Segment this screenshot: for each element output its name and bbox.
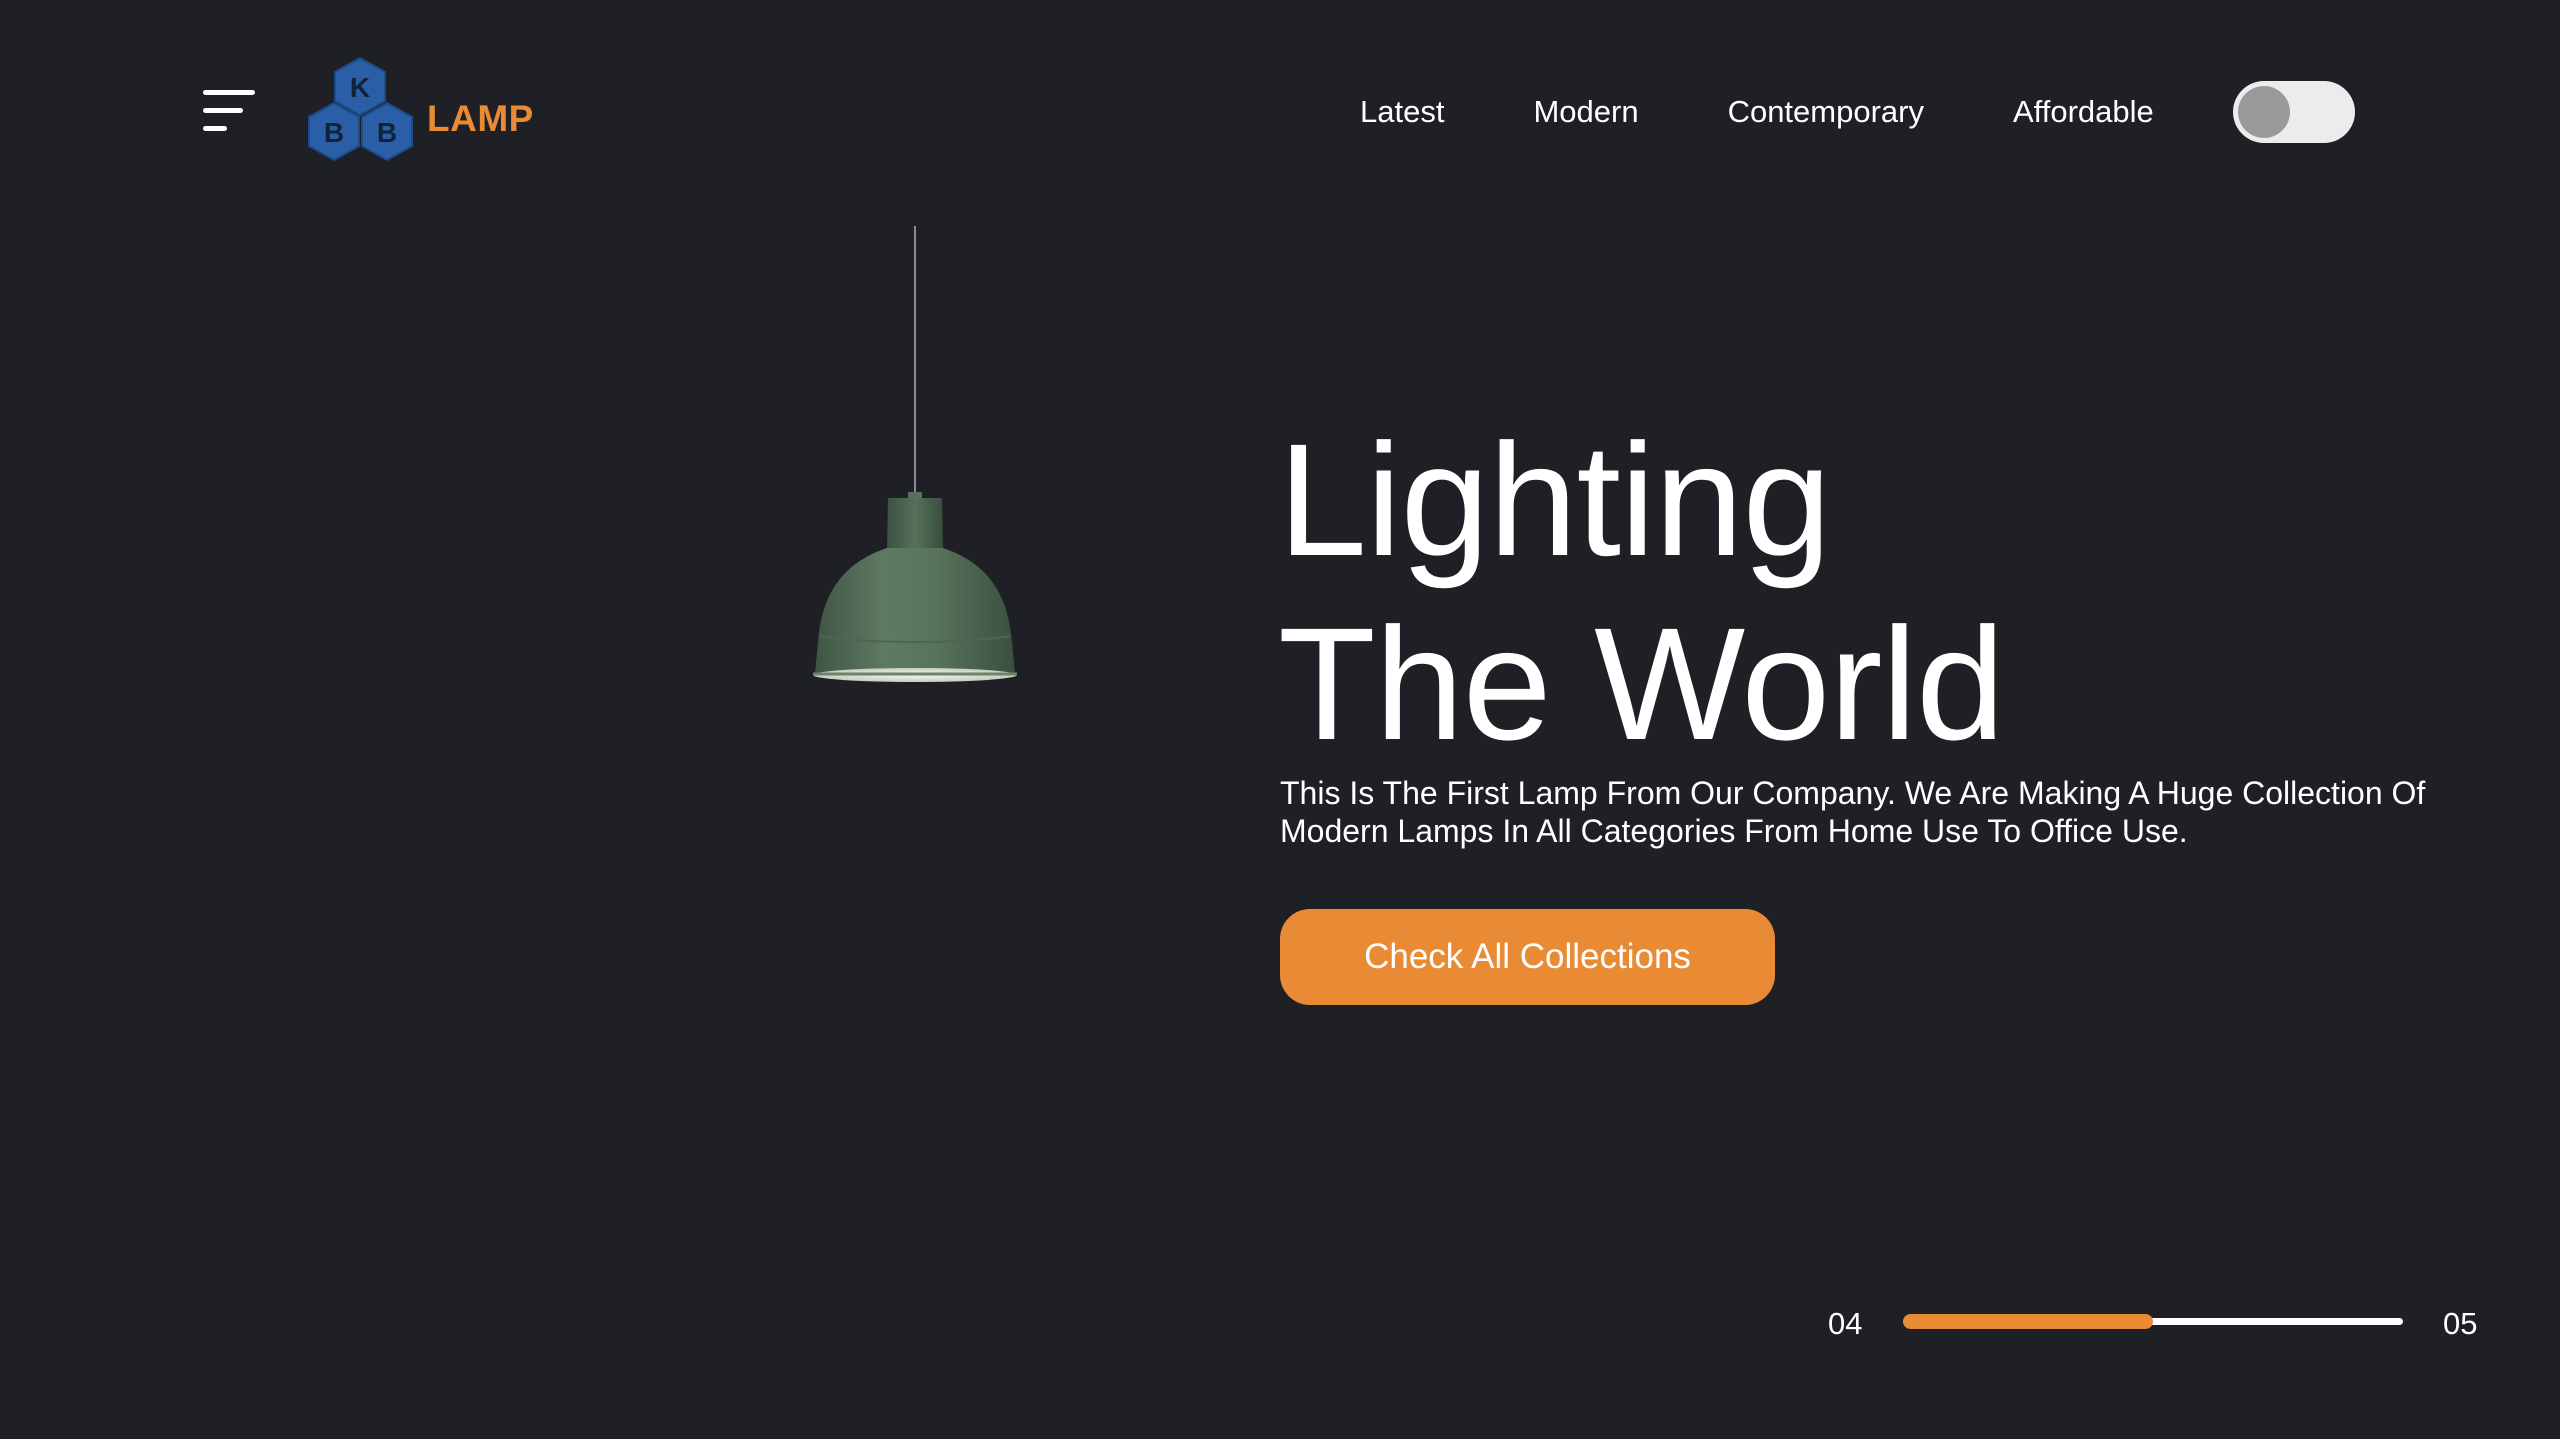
menu-line [203,108,243,113]
check-all-collections-button[interactable]: Check All Collections [1280,909,1775,1005]
logo-letter: B [377,117,397,148]
hamburger-menu-icon[interactable] [203,90,255,132]
nav-link-latest[interactable]: Latest [1360,92,1444,132]
brand-logo[interactable]: K B B LAMP [305,55,534,165]
hero-description: This Is The First Lamp From Our Company.… [1280,775,2426,849]
pendant-lamp-image [813,226,1017,682]
slide-current-number: 04 [1828,1306,1863,1341]
slide-progress-bar[interactable] [1903,1314,2403,1329]
nav-link-affordable[interactable]: Affordable [2013,92,2154,132]
logo-wordmark: LAMP [427,98,534,139]
nav-link-modern[interactable]: Modern [1533,92,1638,132]
logo-letter: K [350,72,370,103]
slide-total-number: 05 [2443,1306,2478,1341]
main-nav: Latest Modern Contemporary Affordable [1360,92,2154,132]
hero-title: Lighting The World [1278,408,2005,776]
menu-line [203,90,255,95]
nav-link-contemporary[interactable]: Contemporary [1728,92,1924,132]
hero-title-line: The World [1278,594,2005,773]
theme-toggle[interactable] [2233,81,2355,143]
hexagon-logo-icon: K B B [308,56,413,162]
toggle-knob [2238,86,2290,138]
logo-letter: B [324,117,344,148]
slide-progress-fill [1903,1314,2153,1329]
hero-title-line: Lighting [1278,410,1831,589]
menu-line [203,126,227,131]
